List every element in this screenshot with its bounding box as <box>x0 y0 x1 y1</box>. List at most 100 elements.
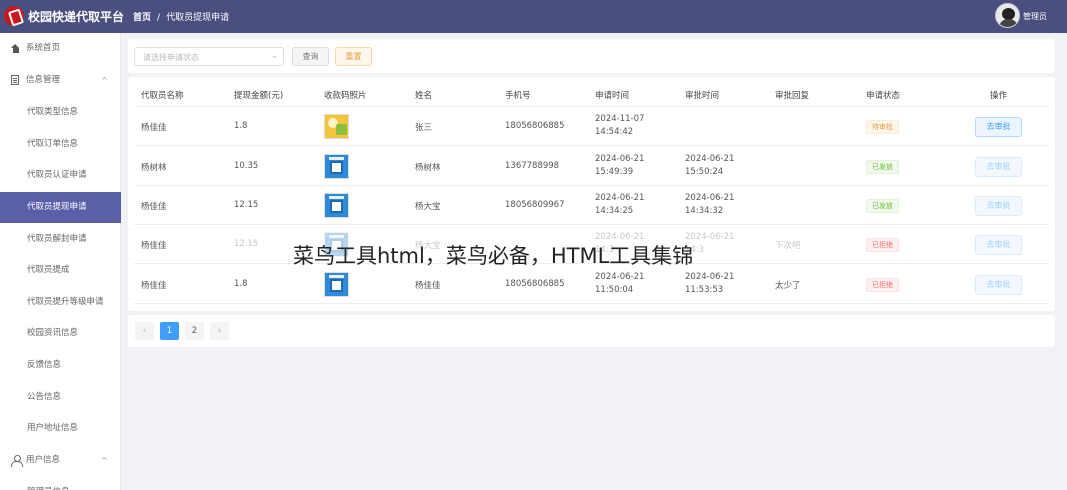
review-button[interactable]: 去审批 <box>975 275 1022 295</box>
sidebar-group-info[interactable]: 信息管理 ^ <box>0 65 121 96</box>
breadcrumb-current: 代取员提现申请 <box>166 13 230 23</box>
payment-code-image[interactable] <box>324 193 349 218</box>
top-header: 校园快递代取平台 首页 / 代取员提现申请 管理员 <box>0 0 1067 33</box>
table-row: 杨佳佳 12.15 杨大宝 18056809967 2024-06-21 14:3… <box>134 186 1049 225</box>
table-row: 杨树林 10.35 杨树林 1367788998 2024-06-21 15:49… <box>134 147 1049 186</box>
cell-amount: 1.8 <box>234 279 248 289</box>
chevron-up-icon: ^ <box>101 76 108 85</box>
breadcrumb-separator: / <box>157 13 161 23</box>
cell-apply-time: 2024-06-21 15:49:39 <box>595 153 644 179</box>
table-row: 杨佳佳 1.8 张三 18056806885 2024-11-07 14:54:4… <box>134 107 1049 146</box>
apply-time: 11:50:04 <box>595 285 634 295</box>
sidebar-group-label: 系统首页 <box>26 43 61 53</box>
avatar[interactable] <box>995 3 1020 28</box>
user-name[interactable]: 管理员 <box>1023 11 1047 22</box>
cell-phone: 18056809967 <box>505 200 565 210</box>
cell-amount: 12.15 <box>234 239 259 249</box>
sidebar-item-feedback[interactable]: 反馈信息 <box>0 350 121 381</box>
column-header: 申请状态 <box>866 91 901 101</box>
payment-code-image[interactable] <box>324 272 349 297</box>
cell-phone: 18056806885 <box>505 121 565 131</box>
prev-page-button[interactable]: ‹ <box>135 322 154 340</box>
sidebar-item-withdrawal[interactable]: 代取员提现申请 <box>0 192 121 223</box>
column-header: 姓名 <box>415 91 433 101</box>
status-badge: 已拒绝 <box>866 238 899 252</box>
review-button[interactable]: 去审批 <box>975 117 1022 137</box>
cell-agent: 杨佳佳 <box>141 241 167 251</box>
approve-time: 15:50:24 <box>685 167 724 177</box>
withdrawal-table: 代取员名称 提现金额(元) 收款码照片 姓名 手机号 申请时间 审批时间 审批回… <box>128 77 1055 311</box>
breadcrumb-home[interactable]: 首页 <box>133 13 151 23</box>
sidebar-item-label: 代取员提升等级申请 <box>27 297 104 307</box>
apply-date: 2024-06-21 <box>595 154 645 164</box>
sidebar-item-label: 公告信息 <box>27 392 62 402</box>
cell-reply: 太少了 <box>775 281 801 291</box>
chevron-up-icon: ^ <box>101 456 108 465</box>
payment-code-image[interactable] <box>324 154 349 179</box>
page-button[interactable]: 2 <box>185 322 204 340</box>
status-select-placeholder: 请选择申请状态 <box>143 53 199 62</box>
cell-apply-time: 2024-06-21 14:34:25 <box>595 192 644 218</box>
next-page-button[interactable]: › <box>210 322 229 340</box>
cell-name: 杨树林 <box>415 163 441 173</box>
cell-amount: 12.15 <box>234 200 259 210</box>
sidebar-group-label: 用户信息 <box>26 455 61 465</box>
column-header: 代取员名称 <box>141 91 184 101</box>
query-button[interactable]: 查询 <box>292 47 329 66</box>
breadcrumb: 首页 / 代取员提现申请 <box>133 10 229 23</box>
pagination: ‹ 1 2 › <box>128 315 1055 347</box>
sidebar: 系统首页 信息管理 ^ 代取类型信息 代取订单信息 代取员认证申请 代取员提现申… <box>0 33 121 490</box>
apply-date: 2024-06-21 <box>595 272 645 282</box>
sidebar-item-commission[interactable]: 代取员提成 <box>0 255 121 286</box>
user-icon <box>11 455 23 467</box>
sidebar-item-type-info[interactable]: 代取类型信息 <box>0 97 121 128</box>
cell-agent: 杨佳佳 <box>141 123 167 133</box>
cell-name: 杨佳佳 <box>415 281 441 291</box>
status-select[interactable]: 请选择申请状态 ⌄ <box>134 47 284 66</box>
approve-date: 2024-06-21 <box>685 193 735 203</box>
sidebar-item-order-info[interactable]: 代取订单信息 <box>0 129 121 160</box>
cell-apply-time: 2024-11-07 14:54:42 <box>595 113 644 139</box>
cell-amount: 1.8 <box>234 121 248 131</box>
sidebar-item-certification[interactable]: 代取员认证申请 <box>0 160 121 191</box>
sidebar-item-news[interactable]: 校园资讯信息 <box>0 318 121 349</box>
apply-date: 2024-06-21 <box>595 193 645 203</box>
sidebar-item-level-up[interactable]: 代取员提升等级申请 <box>0 287 121 318</box>
sidebar-item-address[interactable]: 用户地址信息 <box>0 413 121 444</box>
cell-name: 杨大宝 <box>415 202 441 212</box>
sidebar-item-unban[interactable]: 代取员解封申请 <box>0 224 121 255</box>
document-icon <box>11 75 19 85</box>
app-title: 校园快递代取平台 <box>28 10 125 24</box>
filter-bar: 请选择申请状态 ⌄ 查询 重置 <box>128 39 1055 73</box>
approve-date: 2024-06-21 <box>685 154 735 164</box>
status-badge: 已发放 <box>866 199 899 213</box>
payment-code-image[interactable] <box>324 114 349 139</box>
apply-time: 14:34:25 <box>595 206 634 216</box>
reset-button[interactable]: 重置 <box>335 47 372 66</box>
column-header: 收款码照片 <box>324 91 367 101</box>
cell-agent: 杨树林 <box>141 163 167 173</box>
column-header: 审批回复 <box>775 91 810 101</box>
sidebar-item-label: 代取员解封申请 <box>27 234 87 244</box>
column-header: 提现金额(元) <box>234 91 284 101</box>
apply-time: 15:49:39 <box>595 167 634 177</box>
review-button[interactable]: 去审批 <box>975 196 1022 216</box>
sidebar-item-label: 代取订单信息 <box>27 139 79 149</box>
sidebar-item-label: 代取员提成 <box>27 265 70 275</box>
apply-date: 2024-11-07 <box>595 114 645 124</box>
sidebar-group-home[interactable]: 系统首页 <box>0 33 121 64</box>
column-header: 操作 <box>990 91 1008 101</box>
cell-apply-time: 2024-06-21 11:50:04 <box>595 271 644 297</box>
sidebar-group-user[interactable]: 用户信息 ^ <box>0 445 121 476</box>
column-header: 审批时间 <box>685 91 720 101</box>
sidebar-item-admin-info[interactable]: 管理员信息 <box>0 477 121 490</box>
approve-date: 2024-06-21 <box>685 272 735 282</box>
page-button[interactable]: 1 <box>160 322 179 340</box>
review-button[interactable]: 去审批 <box>975 235 1022 255</box>
sidebar-item-label: 管理员信息 <box>27 477 70 490</box>
sidebar-item-notice[interactable]: 公告信息 <box>0 382 121 413</box>
status-badge: 已发放 <box>866 160 899 174</box>
logo-icon <box>4 6 24 26</box>
review-button[interactable]: 去审批 <box>975 157 1022 177</box>
cell-phone: 1367788998 <box>505 161 560 171</box>
